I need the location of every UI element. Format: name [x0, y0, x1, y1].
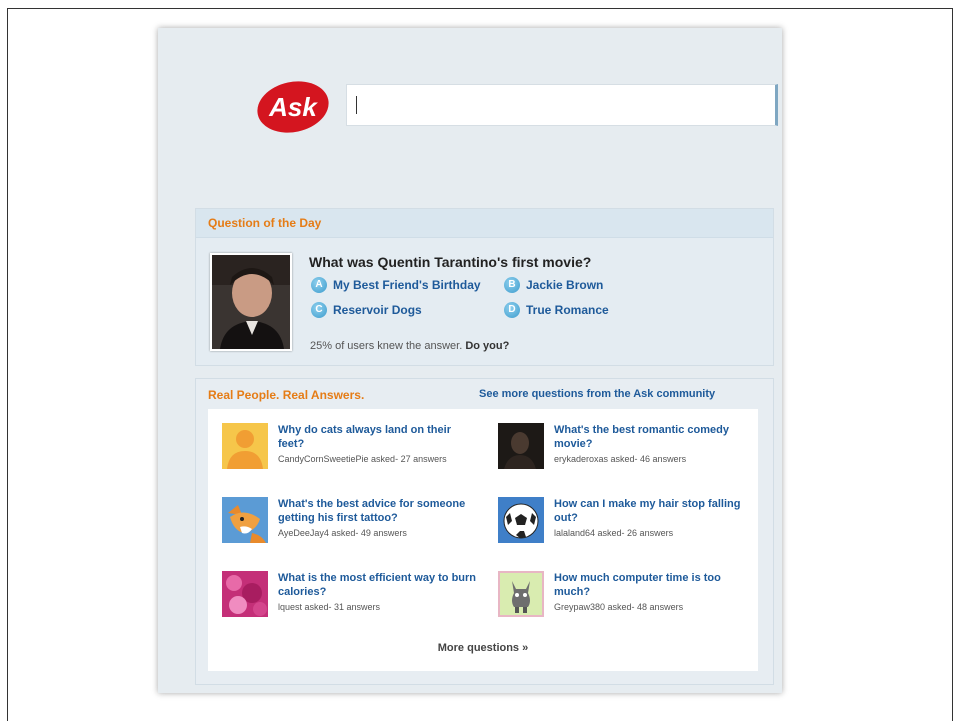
qotd-option-c[interactable]: C Reservoir Dogs — [311, 302, 422, 318]
option-d-badge: D — [504, 302, 520, 318]
option-a-badge: A — [311, 277, 327, 293]
option-c-label: Reservoir Dogs — [333, 303, 422, 317]
qotd-footer-cta: Do you? — [465, 340, 510, 352]
more-questions-link[interactable]: More questions » — [208, 642, 758, 654]
question-link[interactable]: What's the best romantic comedy movie? — [554, 423, 754, 451]
soccer-ball-avatar-icon[interactable] — [498, 497, 544, 543]
question-of-the-day-panel: Question of the Day What was Quentin Tar… — [195, 208, 774, 366]
option-d-label: True Romance — [526, 303, 609, 317]
option-c-badge: C — [311, 302, 327, 318]
question-meta: erykaderoxas asked- 46 answers — [554, 454, 687, 464]
ask-logo[interactable]: Ask — [255, 80, 331, 134]
qotd-question: What was Quentin Tarantino's first movie… — [309, 254, 592, 270]
tarantino-photo — [210, 253, 292, 351]
option-b-label: Jackie Brown — [526, 278, 604, 292]
option-a-label: My Best Friend's Birthday — [333, 278, 481, 292]
question-meta: AyeDeeJay4 asked- 49 answers — [278, 528, 407, 538]
real-people-real-answers-panel: Real People. Real Answers. See more ques… — [195, 378, 774, 685]
question-link[interactable]: What is the most efficient way to burn c… — [278, 571, 478, 599]
cartoon-creature-avatar[interactable] — [498, 571, 544, 617]
question-meta: Greypaw380 asked- 48 answers — [554, 602, 684, 612]
fox-avatar-icon[interactable] — [222, 497, 268, 543]
question-meta: lquest asked- 31 answers — [278, 602, 381, 612]
text-cursor — [356, 96, 357, 114]
option-b-badge: B — [504, 277, 520, 293]
question-link[interactable]: How can I make my hair stop falling out? — [554, 497, 754, 525]
search-input[interactable] — [346, 84, 778, 126]
qotd-footer-text: 25% of users knew the answer. — [310, 340, 463, 352]
qotd-footer: 25% of users knew the answer. Do you? — [310, 340, 509, 352]
question-meta: lalaland64 asked- 26 answers — [554, 528, 674, 538]
question-link[interactable]: Why do cats always land on their feet? — [278, 423, 478, 451]
question-link[interactable]: How much computer time is too much? — [554, 571, 754, 599]
questions-list: Why do cats always land on their feet? C… — [208, 409, 758, 671]
qotd-option-d[interactable]: D True Romance — [504, 302, 609, 318]
qotd-heading: Question of the Day — [196, 209, 773, 238]
question-meta: CandyCornSweetiePie asked- 27 answers — [278, 454, 447, 464]
see-more-community-link[interactable]: See more questions from the Ask communit… — [479, 388, 715, 400]
avatar-silhouette-icon[interactable] — [222, 423, 268, 469]
qotd-option-b[interactable]: B Jackie Brown — [504, 277, 603, 293]
dark-photo-avatar[interactable] — [498, 423, 544, 469]
rpra-heading: Real People. Real Answers. — [208, 388, 365, 402]
qotd-option-a[interactable]: A My Best Friend's Birthday — [311, 277, 481, 293]
ask-homepage: Ask Question of the Day What was Quentin… — [158, 28, 782, 693]
question-link[interactable]: What's the best advice for someone getti… — [278, 497, 478, 525]
logo-text: Ask — [268, 92, 318, 122]
pink-texture-avatar[interactable] — [222, 571, 268, 617]
